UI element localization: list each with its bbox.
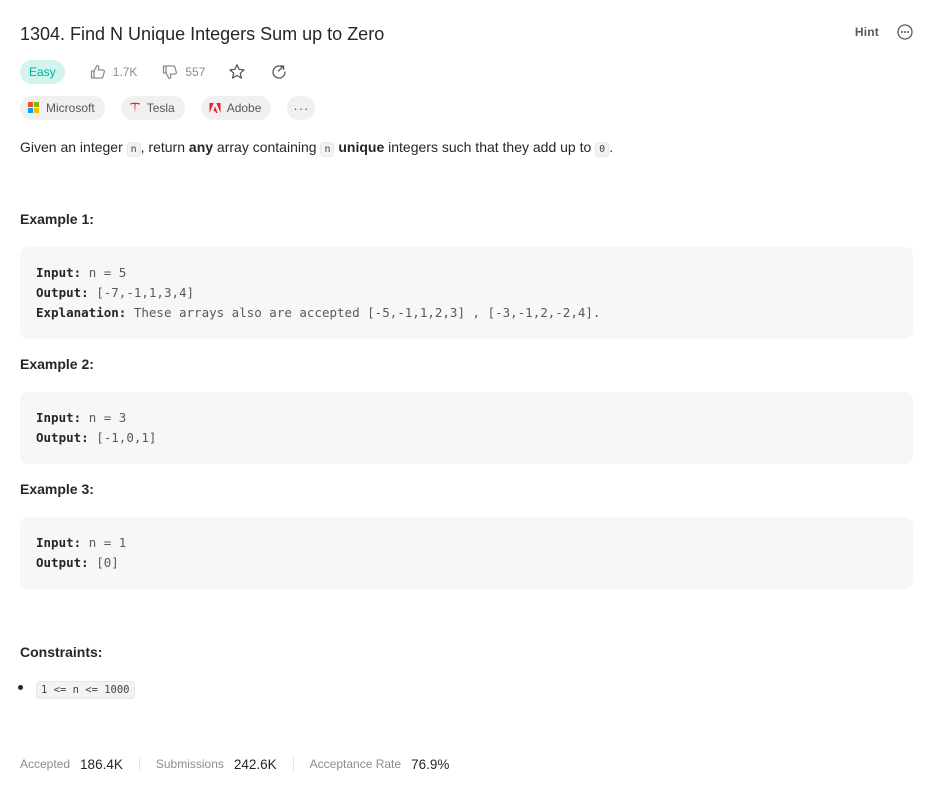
- desc-bold: any: [188, 139, 214, 155]
- company-tag-label: Tesla: [146, 101, 175, 115]
- example-input: Input: n = 5: [36, 263, 126, 283]
- example-label: Output:: [36, 430, 89, 445]
- dislike-count: 557: [185, 65, 206, 79]
- example-value: These arrays also are accepted [-5,-1,1,…: [133, 305, 601, 320]
- star-icon: [229, 64, 246, 79]
- example-box: Input: n = 3 Output: [-1,0,1]: [20, 392, 913, 464]
- adobe-logo: [209, 103, 221, 113]
- inline-code: n: [320, 142, 335, 157]
- example-label: Input:: [36, 535, 82, 550]
- difficulty-badge: Easy: [20, 60, 65, 84]
- example-input: Input: n = 1: [36, 533, 126, 553]
- example-label: Input:: [36, 265, 82, 280]
- desc-text: , return: [140, 139, 189, 155]
- tesla-logo: [129, 102, 140, 113]
- example-box: Input: n = 1 Output: [0]: [20, 517, 913, 589]
- example-label: Output:: [36, 285, 89, 300]
- list-bullet: [18, 685, 23, 690]
- more-tags-button[interactable]: ···: [287, 96, 316, 120]
- desc-text: .: [609, 139, 614, 155]
- meta-row: Easy 1.7K 557: [20, 59, 289, 85]
- share-button[interactable]: [269, 62, 289, 82]
- example-label: Explanation:: [36, 305, 127, 320]
- example-label: Input:: [36, 410, 82, 425]
- like-button[interactable]: 1.7K: [89, 63, 138, 81]
- microsoft-logo: [28, 102, 40, 114]
- example-value: [0]: [96, 555, 119, 570]
- like-count: 1.7K: [112, 65, 138, 79]
- constraints-title: Constraints:: [20, 644, 103, 660]
- desc-text: array containing: [213, 139, 321, 155]
- share-icon: [272, 65, 287, 79]
- company-tag-label: Adobe: [226, 101, 262, 115]
- thumbs-up-icon: [90, 64, 105, 79]
- constraint-item: 1 <= n <= 1000: [36, 681, 135, 699]
- more-icon: [897, 24, 913, 40]
- example-value: [-1,0,1]: [96, 430, 157, 445]
- example-label: Output:: [36, 555, 89, 570]
- top-actions: Hint: [855, 24, 913, 40]
- company-tag-microsoft[interactable]: Microsoft: [20, 96, 105, 120]
- company-tags: Microsoft Tesla Adobe ···: [20, 95, 316, 121]
- acceptance-rate-value: 76.9%: [411, 756, 450, 772]
- example-value: n = 3: [88, 410, 127, 425]
- desc-bold: unique: [338, 139, 385, 155]
- stats-row: Accepted 186.4K Submissions 242.6K Accep…: [20, 754, 449, 774]
- example-title: Example 3:: [20, 481, 94, 497]
- favorite-button[interactable]: [227, 62, 247, 82]
- example-value: [-7,-1,1,3,4]: [96, 285, 195, 300]
- divider: [292, 757, 294, 771]
- example-title: Example 2:: [20, 356, 94, 372]
- inline-code: 0: [595, 142, 610, 157]
- dislike-button[interactable]: 557: [161, 63, 205, 81]
- submissions-label: Submissions: [155, 757, 224, 771]
- divider: [138, 757, 140, 771]
- company-tag-tesla[interactable]: Tesla: [120, 96, 185, 120]
- more-options-button[interactable]: [897, 24, 913, 40]
- hint-button[interactable]: Hint: [855, 25, 879, 39]
- desc-text: integers such that they add up to: [384, 139, 596, 155]
- example-value: n = 5: [88, 265, 127, 280]
- example-box: Input: n = 5 Output: [-7,-1,1,3,4] Expla…: [20, 247, 913, 339]
- example-output: Output: [-1,0,1]: [36, 428, 156, 448]
- example-title: Example 1:: [20, 211, 94, 227]
- submissions-value: 242.6K: [233, 756, 277, 772]
- title-row: 1304. Find N Unique Integers Sum up to Z…: [20, 22, 913, 48]
- example-value: n = 1: [88, 535, 127, 550]
- example-output: Output: [-7,-1,1,3,4]: [36, 283, 194, 303]
- company-tag-label: Microsoft: [46, 101, 95, 115]
- example-output: Output: [0]: [36, 553, 119, 573]
- example-explanation: Explanation: These arrays also are accep…: [36, 303, 600, 323]
- problem-description: Given an integer n, return any array con…: [20, 136, 613, 161]
- desc-text: Given an integer: [20, 139, 127, 155]
- company-tag-adobe[interactable]: Adobe: [200, 96, 272, 120]
- thumbs-down-icon: [163, 65, 178, 80]
- inline-code: n: [126, 142, 141, 157]
- acceptance-rate-label: Acceptance Rate: [309, 757, 402, 771]
- example-input: Input: n = 3: [36, 408, 126, 428]
- problem-title: 1304. Find N Unique Integers Sum up to Z…: [20, 24, 385, 44]
- accepted-label: Accepted: [20, 757, 71, 771]
- accepted-value: 186.4K: [80, 756, 123, 772]
